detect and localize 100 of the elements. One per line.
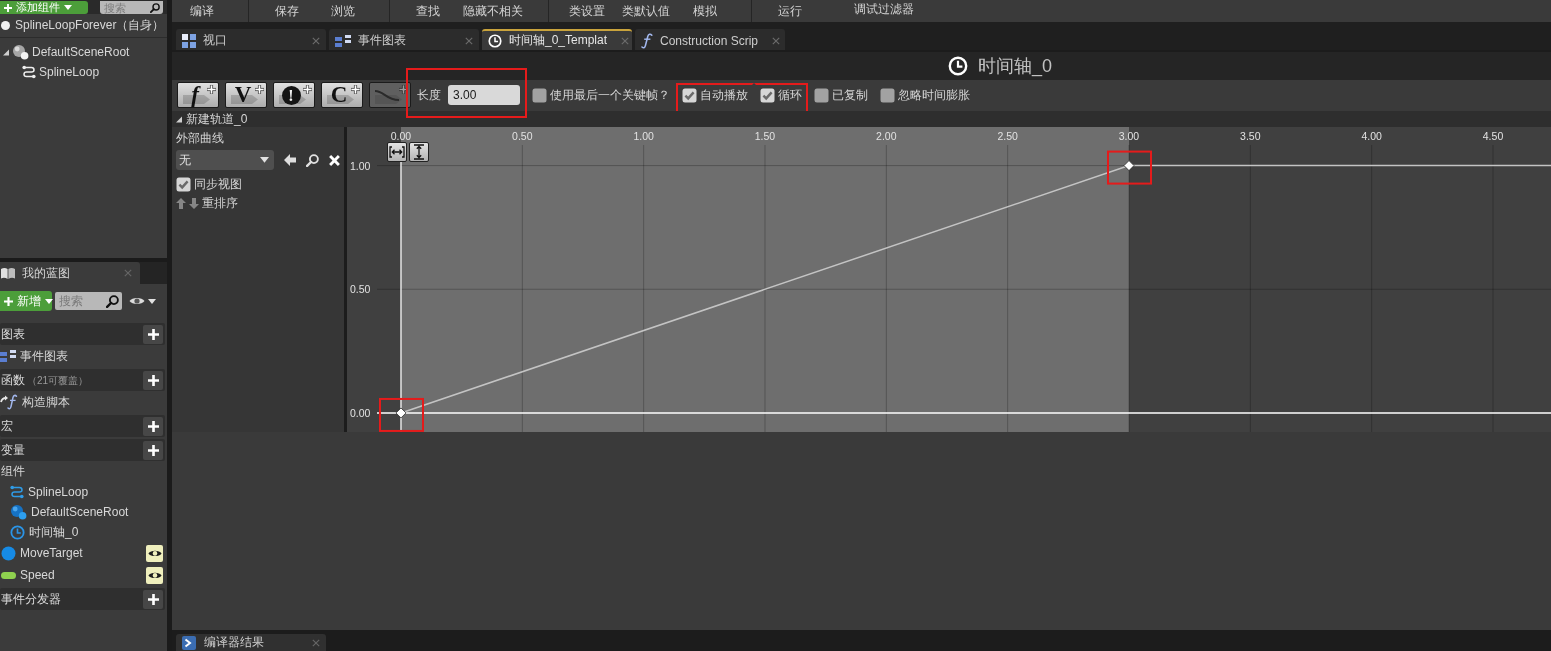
plus-icon — [147, 593, 159, 605]
option-checkbox[interactable]: 使用最后一个关键帧？ — [526, 82, 676, 114]
tree-item[interactable]: SplineLoop — [39, 65, 100, 79]
x-tick-label: 0.00 — [390, 130, 412, 142]
category-label: 宏 — [1, 417, 13, 435]
toolbar-button[interactable]: 查找 — [400, 3, 456, 19]
tree-item[interactable]: DefaultSceneRoot — [32, 45, 130, 59]
checkbox[interactable] — [814, 87, 829, 103]
plus-icon — [399, 85, 408, 94]
component-item[interactable]: DefaultSceneRoot — [31, 505, 129, 519]
plus-icon — [303, 85, 312, 94]
curve-icon — [374, 88, 400, 102]
tab[interactable]: 视口 — [176, 29, 326, 50]
toolbar-button[interactable]: 保存 — [259, 3, 315, 19]
x-tick-label: 2.50 — [997, 130, 1018, 142]
option-checkbox[interactable]: 忽略时间膨胀 — [874, 82, 976, 114]
toolbar-button[interactable]: 隐藏不相关 — [456, 3, 530, 19]
up-arrow-icon[interactable] — [176, 198, 186, 209]
curve-dropdown[interactable]: 无 — [176, 150, 274, 170]
category-header[interactable]: 事件分发器 — [0, 588, 165, 610]
sync-view-label: 同步视图 — [194, 176, 242, 193]
add-button[interactable] — [143, 416, 163, 436]
tab[interactable]: 时间轴_0_Templat — [482, 29, 632, 50]
checkbox[interactable] — [176, 177, 191, 192]
category-label: 图表 — [1, 325, 25, 343]
add-button[interactable] — [143, 589, 163, 609]
self-label[interactable]: SplineLoopForever（自身） — [15, 17, 165, 34]
length-field[interactable]: 3.00 — [448, 85, 520, 105]
search-field[interactable]: 搜索 — [100, 1, 163, 14]
terminal-icon — [182, 635, 196, 650]
add-button[interactable] — [143, 370, 163, 390]
toolbar-button[interactable]: 浏览 — [315, 3, 371, 19]
panel-tab[interactable]: 我的蓝图 — [0, 262, 140, 284]
clock-icon — [488, 33, 502, 48]
checkbox[interactable] — [760, 87, 775, 103]
variable-item[interactable]: Speed — [20, 568, 55, 582]
caret-icon — [260, 157, 269, 163]
x-tick-label: 0.50 — [512, 130, 533, 142]
y-tick-label: 1.00 — [350, 159, 371, 172]
x-tick-label: 4.50 — [1482, 130, 1504, 142]
arrow-left-icon[interactable] — [284, 154, 296, 166]
toolbar-button[interactable]: 模拟 — [677, 3, 733, 19]
expanded-triangle-icon[interactable] — [3, 48, 9, 56]
grid-icon — [182, 33, 196, 48]
toolbar-button[interactable]: 运行 — [762, 3, 818, 19]
add-button[interactable] — [143, 440, 163, 460]
category-header[interactable]: 宏 — [0, 415, 165, 437]
option-checkbox[interactable]: 已复制 — [808, 82, 874, 114]
checkbox[interactable] — [532, 87, 547, 103]
add-track-button[interactable]: ! — [273, 82, 315, 108]
category-label: 事件分发器 — [1, 590, 61, 608]
search-field[interactable]: 搜索 — [55, 292, 122, 310]
variable-item[interactable]: MoveTarget — [20, 546, 83, 560]
visibility-toggle[interactable] — [146, 566, 163, 584]
timeline-title: 时间轴_0 — [978, 55, 1053, 78]
checkbox[interactable] — [682, 87, 697, 103]
plus-icon — [255, 85, 264, 94]
x-tick-label: 3.50 — [1240, 130, 1261, 142]
horizontal-arrows-icon — [389, 145, 405, 159]
down-arrow-icon[interactable] — [189, 198, 199, 209]
component-item[interactable]: 时间轴_0 — [29, 523, 79, 541]
keyframe-marker[interactable] — [1123, 160, 1135, 171]
caret-icon — [148, 298, 156, 304]
component-item[interactable]: SplineLoop — [28, 485, 89, 499]
graph-item[interactable]: 事件图表 — [20, 347, 68, 365]
track-name[interactable]: 新建轨道_0 — [186, 110, 248, 128]
length-label: 长度 — [417, 86, 441, 104]
y-tick-label: 0.00 — [350, 406, 371, 419]
fit-horizontal-button[interactable] — [387, 142, 407, 162]
plus-icon — [351, 85, 360, 94]
add-track-button[interactable]: f — [177, 82, 219, 108]
add-button[interactable] — [143, 324, 163, 344]
plus-icon — [147, 328, 159, 340]
tab[interactable]: 事件图表 — [329, 29, 479, 50]
tab[interactable]: 编译器结果 — [176, 634, 326, 651]
expanded-triangle-icon[interactable] — [176, 115, 182, 123]
fit-vertical-button[interactable] — [409, 142, 429, 162]
plus-icon — [147, 420, 159, 432]
search-icon[interactable] — [306, 153, 319, 167]
toolbar-button[interactable]: 编译 — [174, 3, 230, 19]
category-header[interactable]: 图表 — [0, 323, 165, 345]
add-track-button[interactable]: C — [321, 82, 363, 108]
reorder-label: 重排序 — [202, 195, 238, 212]
arrow-function-icon — [0, 394, 18, 410]
view-options-button[interactable] — [129, 296, 156, 306]
add-track-button[interactable]: V — [225, 82, 267, 108]
group-label[interactable]: 组件 — [1, 463, 25, 480]
graph-icon — [0, 350, 16, 362]
visibility-toggle[interactable] — [146, 544, 163, 562]
x-tick-label: 3.00 — [1118, 130, 1140, 142]
category-header[interactable]: 变量 — [0, 439, 165, 461]
checkbox[interactable] — [880, 87, 895, 103]
toolbar-button[interactable]: 类设置 — [559, 3, 615, 19]
category-header[interactable]: 函数 （21可覆盖） — [0, 369, 165, 391]
keyframe-marker[interactable] — [395, 407, 407, 419]
book-icon — [1, 267, 15, 279]
toolbar-button[interactable]: 类默认值 — [615, 3, 677, 19]
debug-filter-button[interactable]: 调试过滤器 — [854, 1, 914, 17]
tab[interactable]: Construction Scrip — [635, 29, 785, 50]
function-item[interactable]: 构造脚本 — [22, 393, 70, 411]
